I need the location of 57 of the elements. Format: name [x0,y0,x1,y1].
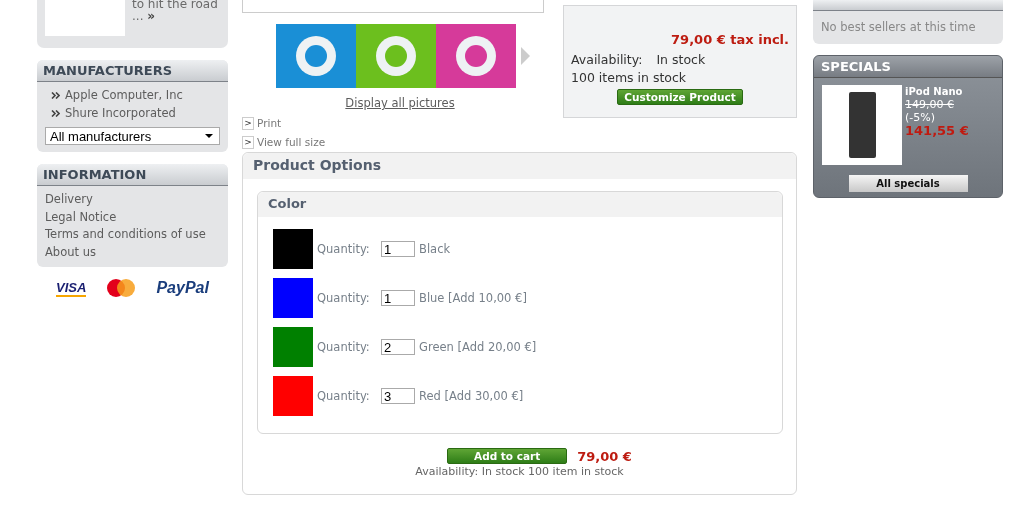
display-all-pictures-link[interactable]: Display all pictures [256,96,544,110]
customize-product-button[interactable]: Customize Product [617,89,743,105]
availability-text: Availability: In stock 100 item in stock [414,465,625,478]
option-name: Black [419,242,451,256]
block-header: SPECIALS [814,56,1002,78]
stock-text: 100 items in stock [571,70,688,85]
manufacturer-select[interactable]: All manufacturers [45,127,220,145]
block-header: MANUFACTURERS [37,60,228,82]
information-link[interactable]: Delivery [45,191,220,209]
manufacturer-link[interactable]: Shure Incorporated [65,106,176,120]
action-link[interactable]: Print [257,117,282,129]
quantity-input[interactable]: 2 [381,339,415,355]
quantity-label: Quantity: [317,340,371,354]
ellipsis-text: ... [132,9,144,23]
paypal-logo: PayPal [156,279,209,297]
double-chevron-icon [51,109,60,117]
quantity-label: Quantity: [317,242,371,256]
quantity-input[interactable]: 1 [381,290,415,306]
old-price: 149,00 € [905,98,955,111]
quantity-label: Quantity: [317,389,371,403]
color-swatch[interactable] [273,229,313,269]
color-swatch[interactable] [273,327,313,367]
information-link[interactable]: About us [45,243,220,261]
group-title: Color [258,192,782,217]
product-link[interactable]: iPod Nano [905,85,969,98]
availability-label: Availability: [571,52,643,67]
option-name: Blue [Add 10,00 €] [419,291,527,305]
player-thumbnail[interactable] [356,24,436,88]
panel-title: Product Options [243,153,796,179]
color-swatch[interactable] [273,278,313,318]
price-text: 79,00 € tax incl. [670,32,789,47]
double-chevron-icon [51,91,60,99]
visa-logo: VISA [56,279,87,297]
next-arrow-icon[interactable] [521,47,530,65]
player-photo-placeholder[interactable] [822,85,902,165]
option-name: Green [Add 20,00 €] [419,340,537,354]
quantity-input[interactable]: 1 [381,241,415,257]
all-specials-button[interactable]: All specials [848,175,968,192]
action-link[interactable]: View full size [257,136,326,148]
availability-value: In stock [656,52,706,67]
more-link[interactable]: » [147,9,156,23]
add-to-cart-button[interactable]: Add to cart [447,448,568,464]
color-swatch[interactable] [273,376,313,416]
price-text: 79,00 € [577,448,632,464]
quantity-label: Quantity: [317,291,371,305]
information-link[interactable]: Terms and conditions of use [45,226,220,244]
information-link[interactable]: Legal Notice [45,208,220,226]
price-text: 141,55 € [905,124,969,137]
player-thumbnail[interactable] [436,24,516,88]
card-logo-icon [106,279,137,297]
quantity-input[interactable]: 3 [381,388,415,404]
block-header: INFORMATION [37,164,228,186]
empty-message: No best sellers at this time [820,19,977,36]
player-thumbnail[interactable] [276,24,356,88]
manufacturer-link[interactable]: Apple Computer, Inc [65,88,183,102]
option-name: Red [Add 30,00 €] [419,389,524,403]
discount-text: (-5%) [905,111,936,124]
